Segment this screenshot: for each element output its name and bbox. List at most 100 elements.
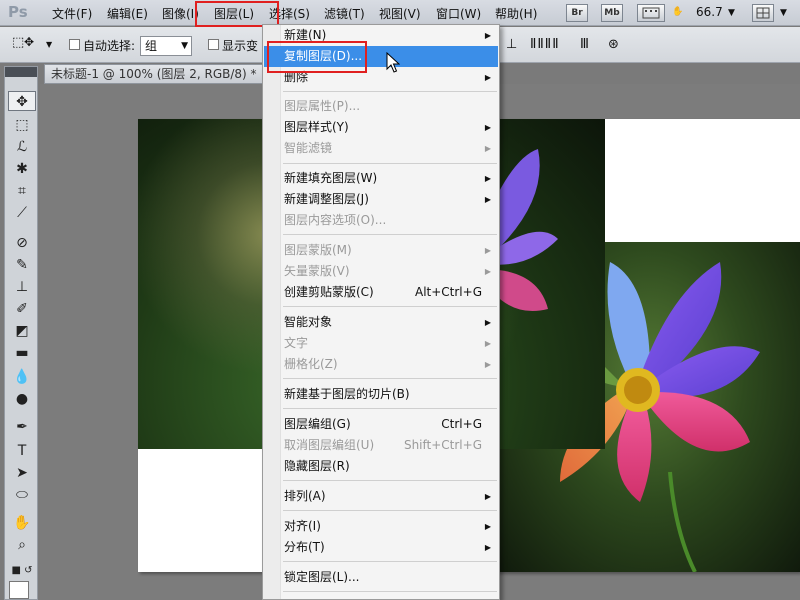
- menu-item-label: 文字: [284, 336, 309, 350]
- bridge-button[interactable]: Br: [566, 4, 588, 22]
- zoom-tool-icon[interactable]: ⌕: [8, 535, 36, 555]
- document-title: 未标题-1 @ 100% (图层 2, RGB/8) *: [51, 67, 257, 81]
- menu-item-lock-layers[interactable]: 锁定图层(L)...: [264, 567, 498, 588]
- auto-align-icon[interactable]: ⊛: [608, 37, 619, 52]
- menu-item-label: 栅格化(Z): [284, 357, 338, 371]
- menu-item-layer-content-options: 图层内容选项(O)...: [264, 210, 498, 231]
- menu-separator: [283, 163, 497, 164]
- menu-separator: [283, 306, 497, 307]
- menu-item-new-layer-based-slice[interactable]: 新建基于图层的切片(B): [264, 384, 498, 405]
- blur-tool-icon[interactable]: 💧: [8, 367, 36, 387]
- move-tool-icon[interactable]: ✥: [8, 91, 36, 111]
- menu-item-new-adjustment-layer[interactable]: 新建调整图层(J) ▶: [264, 189, 498, 210]
- distribute-icons[interactable]: ⅡⅡⅡⅡ: [530, 37, 560, 52]
- menu-file[interactable]: 文件(F): [52, 5, 92, 22]
- menu-separator: [283, 480, 497, 481]
- menu-item-rasterize: 栅格化(Z) ▶: [264, 354, 498, 375]
- menu-filter[interactable]: 滤镜(T): [324, 5, 365, 22]
- duplicate-layer-callout: [267, 41, 367, 73]
- menu-item-label: 图层样式(Y): [284, 120, 349, 134]
- gradient-tool-icon[interactable]: ▬: [8, 343, 36, 363]
- auto-select-checkbox[interactable]: [69, 39, 80, 50]
- crop-tool-icon[interactable]: ⌗: [8, 181, 36, 201]
- menu-view[interactable]: 视图(V): [379, 5, 421, 22]
- dodge-tool-icon[interactable]: ●: [8, 389, 36, 409]
- menu-item-label: 新建调整图层(J): [284, 192, 369, 206]
- menu-item-align[interactable]: 对齐(I) ▶: [264, 516, 498, 537]
- menu-item-label: 图层内容选项(O)...: [284, 213, 387, 227]
- view-extras-button[interactable]: [637, 4, 665, 22]
- menu-item-label: 新建填充图层(W): [284, 171, 378, 185]
- menu-item-smart-objects[interactable]: 智能对象 ▶: [264, 312, 498, 333]
- menu-item-label: 创建剪贴蒙版(C): [284, 285, 374, 299]
- tool-preset-dropdown-icon[interactable]: ▼: [46, 40, 52, 49]
- menu-item-distribute[interactable]: 分布(T) ▶: [264, 537, 498, 558]
- submenu-arrow-icon: ▶: [484, 360, 491, 369]
- menu-item-layer-style[interactable]: 图层样式(Y) ▶: [264, 117, 498, 138]
- zoom-dropdown-icon[interactable]: ▼: [728, 8, 735, 18]
- menu-item-label: 智能对象: [284, 315, 333, 329]
- menu-window[interactable]: 窗口(W): [436, 5, 481, 22]
- move-arrow-icon[interactable]: ✥: [24, 35, 34, 49]
- submenu-arrow-icon: ▶: [484, 31, 491, 40]
- submenu-arrow-icon: ▶: [484, 195, 491, 204]
- quick-select-tool-icon[interactable]: ✱: [8, 159, 36, 179]
- brush-tool-icon[interactable]: ✎: [8, 255, 36, 275]
- foreground-color-swatch[interactable]: [9, 581, 29, 599]
- submenu-arrow-icon: ▶: [484, 543, 491, 552]
- eraser-tool-icon[interactable]: ◩: [8, 321, 36, 341]
- menu-edit[interactable]: 编辑(E): [107, 5, 148, 22]
- menu-help[interactable]: 帮助(H): [495, 5, 537, 22]
- hand-icon[interactable]: ✋: [670, 4, 686, 22]
- menu-separator: [283, 510, 497, 511]
- menu-item-label: 分布(T): [284, 540, 325, 554]
- minibridge-button[interactable]: Mb: [601, 4, 623, 22]
- menu-item-vector-mask: 矢量蒙版(V) ▶: [264, 261, 498, 282]
- arrange-documents-button[interactable]: [752, 4, 774, 22]
- submenu-arrow-icon: ▶: [484, 318, 491, 327]
- auto-select-value: 组: [145, 39, 158, 53]
- auto-select-dropdown[interactable]: 组 ▼: [140, 36, 192, 56]
- path-select-tool-icon[interactable]: ➤: [8, 463, 36, 483]
- menu-item-hide-layers[interactable]: 隐藏图层(R): [264, 456, 498, 477]
- menu-separator: [283, 234, 497, 235]
- menu-separator: [283, 561, 497, 562]
- type-tool-icon[interactable]: T: [8, 441, 36, 461]
- chevron-down-icon: ▼: [181, 41, 188, 51]
- layout-grid-icon: [756, 7, 770, 19]
- pen-tool-icon[interactable]: ✒: [8, 417, 36, 437]
- marquee-tool-icon[interactable]: ⬚: [8, 115, 36, 135]
- menu-item-label: 对齐(I): [284, 519, 321, 533]
- submenu-arrow-icon: ▶: [484, 174, 491, 183]
- document-tab[interactable]: 未标题-1 @ 100% (图层 2, RGB/8) * ⊠: [44, 64, 284, 84]
- distribute-horizontal-icon[interactable]: Ⅲ: [580, 37, 589, 52]
- hand-tool-icon[interactable]: ✋: [8, 513, 36, 533]
- submenu-arrow-icon: ▶: [484, 492, 491, 501]
- menu-item-arrange[interactable]: 排列(A) ▶: [264, 486, 498, 507]
- shape-tool-icon[interactable]: ⬭: [8, 485, 36, 505]
- menu-item-label: 取消图层编组(U): [284, 438, 375, 452]
- move-tool-icon[interactable]: ⬚: [12, 35, 24, 50]
- submenu-arrow-icon: ▶: [484, 73, 491, 82]
- tools-panel-header[interactable]: [5, 67, 37, 77]
- tools-panel: ✥ ⬚ ℒ ✱ ⌗ ⟋ ⊘ ✎ ⊥ ✐ ◩ ▬ 💧 ● ✒ T ➤ ⬭ ✋ ⌕ …: [4, 66, 38, 600]
- menu-bar: Ps 文件(F) 编辑(E) 图像(I) 图层(L) 选择(S) 滤镜(T) 视…: [0, 0, 800, 27]
- submenu-arrow-icon: ▶: [484, 123, 491, 132]
- menu-item-label: 矢量蒙版(V): [284, 264, 350, 278]
- zoom-level[interactable]: 66.7: [696, 5, 723, 19]
- menu-item-new-fill-layer[interactable]: 新建填充图层(W) ▶: [264, 168, 498, 189]
- eyedropper-tool-icon[interactable]: ⟋: [8, 203, 36, 223]
- show-transform-checkbox[interactable]: [208, 39, 219, 50]
- default-colors-icon[interactable]: ■ ↺: [8, 561, 36, 581]
- healing-brush-tool-icon[interactable]: ⊘: [8, 233, 36, 253]
- menu-item-label: 新建基于图层的切片(B): [284, 387, 410, 401]
- align-bottom-icon[interactable]: ⊥: [506, 37, 517, 52]
- menu-item-create-clipping-mask[interactable]: 创建剪贴蒙版(C) Alt+Ctrl+G: [264, 282, 498, 303]
- menu-image[interactable]: 图像(I): [162, 5, 199, 22]
- menu-item-group-layers[interactable]: 图层编组(G) Ctrl+G: [264, 414, 498, 435]
- clone-stamp-tool-icon[interactable]: ⊥: [8, 277, 36, 297]
- lasso-tool-icon[interactable]: ℒ: [8, 137, 36, 157]
- menu-item-label: 排列(A): [284, 489, 326, 503]
- arrange-dropdown-icon[interactable]: ▼: [780, 8, 787, 18]
- history-brush-tool-icon[interactable]: ✐: [8, 299, 36, 319]
